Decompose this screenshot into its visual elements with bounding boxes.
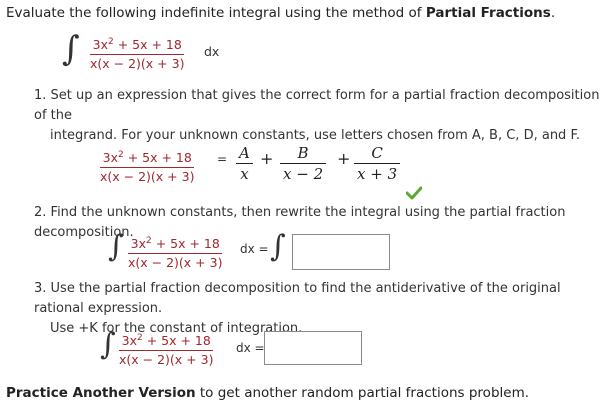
- step3-line1: 3. Use the partial fraction decompositio…: [34, 281, 561, 316]
- integrand-numerator: 3x2 + 5x + 18: [90, 37, 185, 55]
- integral-sign: ∫: [108, 229, 124, 264]
- term-c[interactable]: C x + 3: [354, 144, 401, 183]
- checkmark-icon: [406, 186, 422, 200]
- plus-sign: +: [337, 149, 351, 168]
- intro-bold: Partial Fractions: [425, 5, 551, 21]
- problem-statement: Evaluate the following indefinite integr…: [6, 5, 555, 21]
- step1-numerator: 3x2 + 5x + 18: [100, 150, 195, 168]
- practice-link-row: Practice Another Version to get another …: [6, 385, 529, 401]
- step2-denominator: x(x − 2)(x + 3): [128, 255, 223, 270]
- step3-integrand-fraction: 3x2 + 5x + 18 x(x − 2)(x + 3): [119, 333, 214, 367]
- practice-rest-text: to get another random partial fractions …: [195, 385, 530, 401]
- practice-another-version-link[interactable]: Practice Another Version: [6, 385, 196, 401]
- step1-instructions: 1. Set up an expression that gives the c…: [34, 86, 604, 146]
- intro-end: .: [550, 5, 556, 21]
- integral-sign: ∫: [270, 229, 286, 264]
- equals-sign: =: [217, 152, 228, 166]
- step1-line2: integrand. For your unknown constants, u…: [50, 128, 580, 143]
- term-c-numerator: C: [354, 144, 401, 164]
- plus-sign: +: [260, 149, 274, 168]
- dx-equals-label: dx =: [236, 341, 265, 355]
- step3-denominator: x(x − 2)(x + 3): [119, 352, 214, 367]
- step3-answer-input[interactable]: [264, 331, 362, 365]
- term-b[interactable]: B x − 2: [280, 144, 327, 183]
- term-a[interactable]: A x: [236, 144, 253, 183]
- step3-numerator: 3x2 + 5x + 18: [119, 333, 214, 351]
- integrand-denominator: x(x − 2)(x + 3): [90, 56, 185, 71]
- integral-sign: ∫: [100, 327, 116, 362]
- step2-answer-input[interactable]: [292, 234, 390, 270]
- step1-denominator: x(x − 2)(x + 3): [100, 169, 195, 184]
- step2-integrand-fraction: 3x2 + 5x + 18 x(x − 2)(x + 3): [128, 236, 223, 270]
- step2-numerator: 3x2 + 5x + 18: [128, 236, 223, 254]
- integrand-fraction: 3x2 + 5x + 18 x(x − 2)(x + 3): [90, 37, 185, 71]
- dx-equals-label: dx =: [240, 242, 269, 256]
- term-a-numerator: A: [236, 144, 253, 164]
- step3-instructions: 3. Use the partial fraction decompositio…: [34, 279, 609, 339]
- dx-label: dx: [204, 44, 220, 59]
- step1-integrand-fraction: 3x2 + 5x + 18 x(x − 2)(x + 3): [100, 150, 195, 184]
- intro-text: Evaluate the following indefinite integr…: [6, 5, 426, 21]
- term-c-denominator: x + 3: [357, 165, 398, 183]
- term-b-denominator: x − 2: [283, 165, 324, 183]
- term-b-numerator: B: [280, 144, 327, 164]
- integral-sign: ∫: [62, 29, 80, 69]
- step1-line1: 1. Set up an expression that gives the c…: [34, 88, 600, 123]
- term-a-denominator: x: [240, 165, 249, 183]
